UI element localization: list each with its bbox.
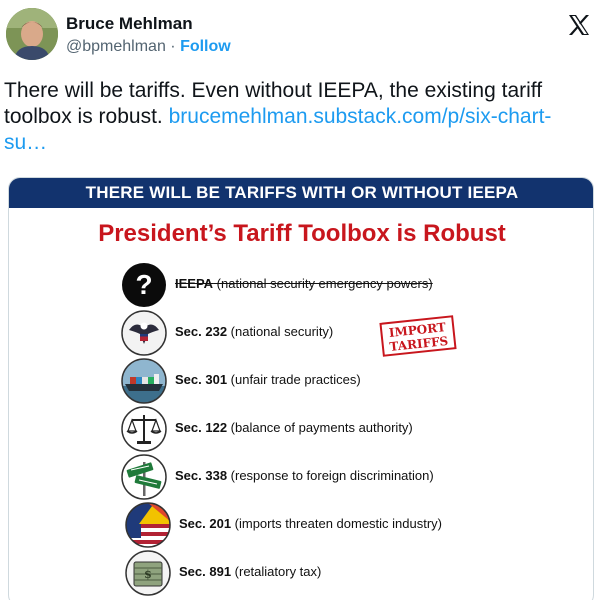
author-handle[interactable]: @bpmehlman <box>66 38 166 55</box>
toolbox-item-label: Sec. 301 (unfair trade practices) <box>175 372 361 387</box>
toolbox-item: Sec. 122 (balance of payments authority) <box>121 406 561 452</box>
toolbox-item-label: IEEPA (national security emergency power… <box>175 276 433 291</box>
card-banner: THERE WILL BE TARIFFS WITH OR WITHOUT IE… <box>9 178 593 208</box>
toolbox-item-label: Sec. 201 (imports threaten domestic indu… <box>179 516 443 531</box>
card-title: President’s Tariff Toolbox is Robust <box>98 220 506 247</box>
handle-row: @bpmehlman · Follow <box>66 38 231 56</box>
toolbox-item: Sec. 338 (response to foreign discrimina… <box>121 454 561 500</box>
eagle-seal-icon <box>121 310 167 356</box>
toolbox-item-label: Sec. 338 (response to foreign discrimina… <box>175 468 434 483</box>
balance-scale-icon <box>121 406 167 452</box>
street-sign-icon <box>121 454 167 500</box>
tweet-header: Bruce Mehlman @bpmehlman · Follow <box>0 0 600 70</box>
toolbox-item-label: Sec. 122 (balance of payments authority) <box>175 420 413 435</box>
avatar[interactable] <box>6 8 58 60</box>
flag-globe-icon <box>125 502 171 548</box>
toolbox-item: ? IEEPA (national security emergency pow… <box>121 262 561 308</box>
question-mark-icon: ? <box>121 262 167 308</box>
separator-dot: · <box>165 38 181 55</box>
toolbox-item: $ Sec. 891 (retaliatory tax) <box>125 550 565 596</box>
svg-text:?: ? <box>135 269 152 300</box>
toolbox-item-label: Sec. 891 (retaliatory tax) <box>179 564 322 579</box>
money-stack-icon: $ <box>125 550 171 596</box>
author-name[interactable]: Bruce Mehlman <box>66 14 193 34</box>
x-logo-icon[interactable] <box>566 12 592 38</box>
toolbox-item-label: Sec. 232 (national security) <box>175 324 334 339</box>
toolbox-item: Sec. 232 (national security) <box>121 310 561 356</box>
container-ship-icon <box>121 358 167 404</box>
toolbox-item: Sec. 301 (unfair trade practices) <box>121 358 561 404</box>
tweet-text: There will be tariffs. Even without IEEP… <box>4 78 594 156</box>
follow-button[interactable]: Follow <box>180 38 231 55</box>
svg-text:$: $ <box>144 568 152 581</box>
image-card[interactable]: THERE WILL BE TARIFFS WITH OR WITHOUT IE… <box>8 177 594 600</box>
toolbox-item: Sec. 201 (imports threaten domestic indu… <box>125 502 565 548</box>
